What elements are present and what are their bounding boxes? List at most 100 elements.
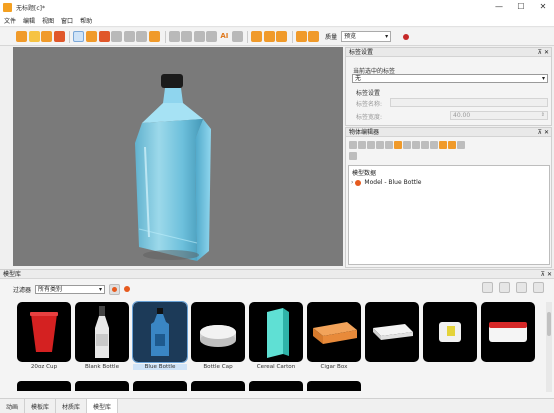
tag-width-input[interactable]: 40.00 ⇕ xyxy=(450,111,548,120)
delete-from-library-button[interactable] xyxy=(516,282,527,293)
model-thumbnail xyxy=(132,301,188,363)
model-thumbnail xyxy=(249,302,303,362)
scrollbar-thumb[interactable] xyxy=(547,312,551,336)
star-icon[interactable] xyxy=(206,31,218,42)
model-thumbnails: 20oz Cup Blank Bottle Blue Bottle Bottle… xyxy=(17,301,547,370)
undo-icon[interactable] xyxy=(295,31,307,42)
add-group-icon[interactable] xyxy=(358,141,366,149)
pan-tool-icon[interactable] xyxy=(98,31,110,42)
zoom-tool-icon[interactable] xyxy=(85,31,97,42)
duplicate-icon[interactable] xyxy=(412,141,420,149)
shape-tool-icon[interactable] xyxy=(181,31,193,42)
tree-item[interactable]: › Model - Blue Bottle xyxy=(349,179,549,186)
tag-width-label: 标签宽度: xyxy=(356,114,383,121)
hand-icon[interactable] xyxy=(231,31,243,42)
panel-header: 物体编辑器 ⊼ ✕ xyxy=(346,128,551,137)
tag-section-label: 标签设置 xyxy=(356,90,381,97)
close-icon[interactable]: ✕ xyxy=(544,48,549,57)
redo-icon[interactable] xyxy=(308,31,320,42)
model-item[interactable]: Blue Bottle xyxy=(132,301,188,370)
chevron-right-icon[interactable]: › xyxy=(351,179,353,186)
toolbar-divider xyxy=(69,30,71,43)
pin-icon[interactable]: ⊼ xyxy=(538,48,542,57)
library-scrollbar[interactable] xyxy=(546,302,552,392)
add-plane-icon[interactable] xyxy=(367,141,375,149)
brush-tool-icon[interactable] xyxy=(193,31,205,42)
current-tag-select[interactable]: 无 ▾ xyxy=(352,74,548,83)
bottom-tab-bar: 动画 模板库 材质库 模型库 xyxy=(0,398,554,413)
model-name: Bottle Cap xyxy=(203,364,233,370)
edit-icon[interactable] xyxy=(421,141,429,149)
import-model-button[interactable] xyxy=(109,283,121,295)
new-file-icon[interactable] xyxy=(16,31,27,42)
model-item[interactable]: Cigar Box xyxy=(307,302,361,370)
select-tool-icon[interactable] xyxy=(73,31,85,42)
model-thumbnail[interactable] xyxy=(307,381,361,391)
chevron-down-icon: ▾ xyxy=(99,285,103,293)
rotate-tool-icon[interactable] xyxy=(123,31,135,42)
add-light-icon[interactable] xyxy=(385,141,393,149)
current-tag-value: 无 xyxy=(355,75,362,82)
minimize-button[interactable]: — xyxy=(488,0,510,14)
tab-template-library[interactable]: 模板库 xyxy=(25,399,57,413)
add-box-icon[interactable] xyxy=(376,141,384,149)
add-sphere-icon[interactable] xyxy=(394,141,402,149)
model-thumbnail[interactable] xyxy=(191,381,245,391)
close-icon[interactable]: ✕ xyxy=(547,270,552,279)
spinner-icon[interactable]: ⇕ xyxy=(541,112,545,119)
tag-width-value: 40.00 xyxy=(453,112,471,119)
model-thumbnail[interactable] xyxy=(133,381,187,391)
model-item[interactable] xyxy=(481,302,535,370)
tab-model-library[interactable]: 模型库 xyxy=(87,399,119,413)
save-icon[interactable] xyxy=(41,31,53,42)
close-button[interactable]: ✕ xyxy=(532,0,554,14)
ai-icon[interactable]: AI xyxy=(219,31,230,42)
label-tool-icon[interactable] xyxy=(168,31,180,42)
model-item[interactable]: Bottle Cap xyxy=(191,302,245,370)
bottle-cap xyxy=(161,74,183,88)
menu-file[interactable]: 文件 xyxy=(4,16,16,25)
open-folder-icon[interactable] xyxy=(28,31,40,42)
tab-material-library[interactable]: 材质库 xyxy=(56,399,88,413)
unlink-icon[interactable] xyxy=(349,152,357,160)
menu-window[interactable]: 窗口 xyxy=(61,16,73,25)
settings-button[interactable] xyxy=(533,282,544,293)
delete-icon[interactable] xyxy=(430,141,438,149)
link-icon[interactable] xyxy=(457,141,465,149)
frame-icon[interactable] xyxy=(148,31,160,42)
menu-view[interactable]: 视图 xyxy=(42,16,54,25)
sphere-icon[interactable] xyxy=(136,31,148,42)
folder-button[interactable] xyxy=(499,282,510,293)
camera-icon[interactable] xyxy=(276,31,288,42)
model-item[interactable] xyxy=(365,302,419,370)
model-item[interactable]: 20oz Cup xyxy=(17,302,71,370)
model-thumbnail[interactable] xyxy=(75,381,129,391)
add-to-library-button[interactable] xyxy=(482,282,493,293)
model-item[interactable]: Blank Bottle xyxy=(75,302,129,370)
add-mesh-icon[interactable] xyxy=(349,141,357,149)
model-thumbnail[interactable] xyxy=(249,381,303,391)
menu-edit[interactable]: 编辑 xyxy=(23,16,35,25)
export-icon[interactable] xyxy=(53,31,65,42)
render-image-icon[interactable] xyxy=(251,31,263,42)
quality-select[interactable]: 预览 xyxy=(341,31,392,42)
model-item[interactable] xyxy=(423,302,477,370)
add-camera-icon[interactable] xyxy=(403,141,411,149)
model-item[interactable]: Cereal Carton xyxy=(249,302,303,370)
category-filter-select[interactable]: 所有类别 ▾ xyxy=(35,284,106,294)
pin-icon[interactable]: ⊼ xyxy=(538,128,542,137)
refresh-icon[interactable] xyxy=(124,286,131,292)
record-icon[interactable] xyxy=(403,33,410,40)
3d-viewport[interactable] xyxy=(13,47,343,266)
tab-animation[interactable]: 动画 xyxy=(0,399,26,413)
maximize-button[interactable]: ☐ xyxy=(510,0,532,14)
menu-help[interactable]: 帮助 xyxy=(80,16,92,25)
pin-icon[interactable]: ⊼ xyxy=(541,270,545,279)
move-tool-icon[interactable] xyxy=(111,31,123,42)
texture-icon[interactable] xyxy=(448,141,456,149)
material-icon[interactable] xyxy=(439,141,447,149)
render-video-icon[interactable] xyxy=(263,31,275,42)
tag-name-input[interactable] xyxy=(390,98,548,107)
model-thumbnail[interactable] xyxy=(17,381,71,391)
close-icon[interactable]: ✕ xyxy=(544,128,549,137)
